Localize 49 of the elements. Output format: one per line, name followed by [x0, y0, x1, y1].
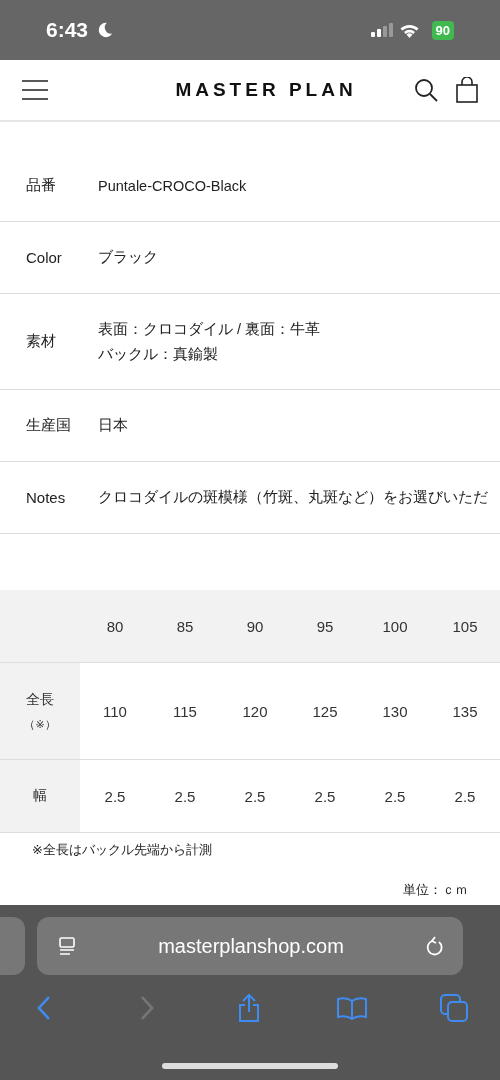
- table-cell-text: 110: [102, 701, 128, 722]
- column-header: 85: [175, 616, 195, 637]
- brand-logo[interactable]: MASTER PLAN: [66, 79, 396, 101]
- table-cell-text: 2.5: [313, 786, 337, 807]
- search-button[interactable]: [414, 78, 438, 102]
- unit-label: 単位：ｃｍ: [403, 881, 468, 899]
- reload-icon[interactable]: [425, 936, 445, 956]
- table-cell-text: 2.5: [453, 786, 477, 807]
- spec-label: Color: [25, 249, 63, 266]
- column-header: 100: [381, 616, 409, 637]
- menu-button[interactable]: [22, 80, 48, 100]
- spec-value: 日本: [98, 416, 128, 435]
- page-menu-icon[interactable]: [57, 936, 77, 956]
- status-time: 6:43: [46, 18, 89, 42]
- table-cell-text: 2.5: [173, 786, 197, 807]
- spec-value: クロコダイルの斑模様（竹斑、丸斑など）をお選びいただ: [98, 488, 488, 507]
- spec-value: Puntale-CROCO-Black: [98, 177, 247, 194]
- table-cell-text: 135: [451, 701, 479, 722]
- table-cell-text: 120: [241, 701, 269, 722]
- spec-value: 表面：クロコダイル / 裏面：牛革: [98, 319, 321, 339]
- column-header: 80: [105, 616, 125, 637]
- chevron-left-icon: [37, 995, 51, 1021]
- spec-label: 生産国: [25, 416, 72, 435]
- spec-label: Notes: [25, 489, 67, 506]
- signal-icon: [370, 23, 393, 37]
- cart-button[interactable]: [456, 77, 478, 103]
- battery-indicator: 90: [431, 20, 454, 40]
- row-header: 幅: [33, 787, 47, 805]
- spec-label: 素材: [25, 332, 57, 351]
- spec-label: 品番: [25, 176, 57, 195]
- table-cell-text: 115: [172, 701, 198, 722]
- wifi-icon: [398, 22, 420, 38]
- spec-value: バックル：真鍮製: [98, 344, 219, 364]
- table-cell-text: 130: [381, 701, 409, 722]
- url-text: masterplanshop.com: [157, 934, 345, 958]
- column-header: 105: [451, 616, 479, 637]
- spec-value: ブラック: [98, 248, 158, 267]
- chevron-right-icon: [139, 995, 154, 1021]
- column-header: 95: [315, 616, 335, 637]
- address-bar[interactable]: masterplanshop.com: [37, 917, 463, 975]
- table-cell-text: 125: [311, 701, 339, 722]
- footnote: ※全長はバックル先端から計測: [31, 841, 213, 859]
- table-cell-text: 2.5: [243, 786, 267, 807]
- tab-edge[interactable]: [0, 917, 25, 975]
- table-cell-text: 2.5: [103, 786, 127, 807]
- row-header: 全長: [26, 690, 54, 709]
- row-header-note: （※）: [24, 716, 56, 732]
- table-cell-text: 2.5: [383, 786, 407, 807]
- column-header: 90: [245, 616, 265, 637]
